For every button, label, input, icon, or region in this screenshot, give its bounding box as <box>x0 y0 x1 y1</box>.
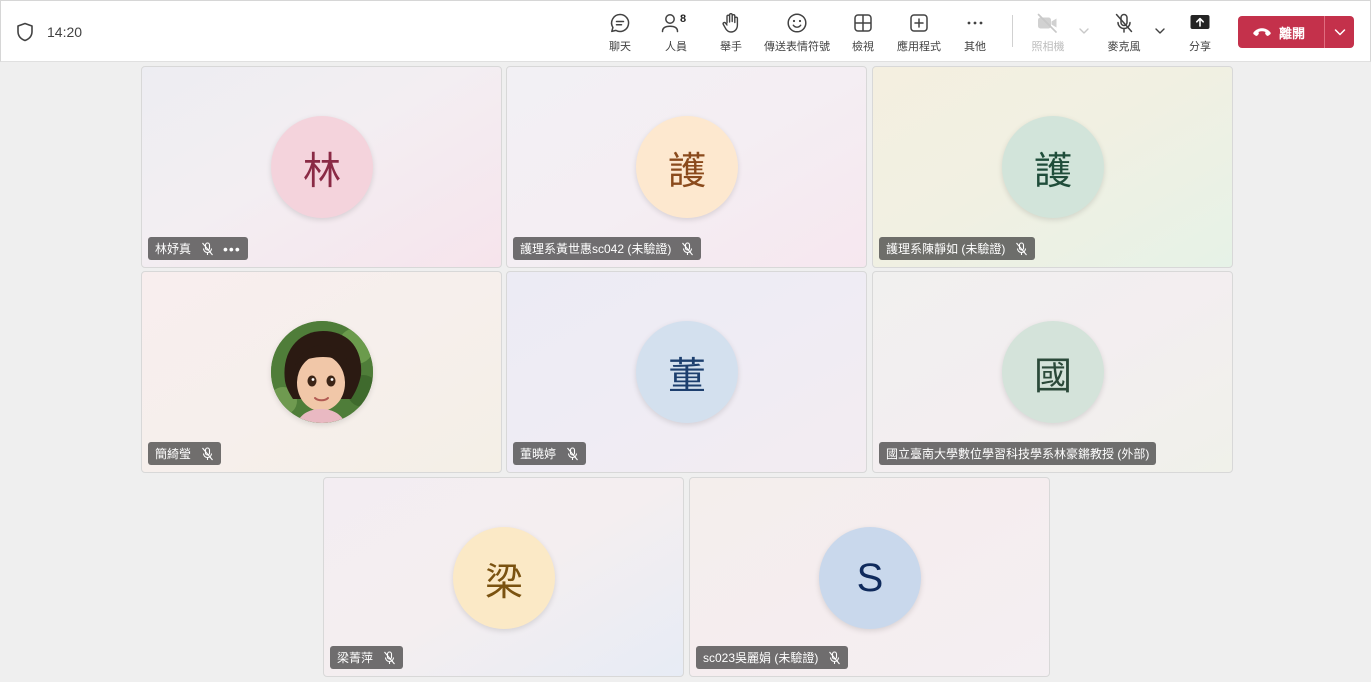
participant-name: sc023吳麗娟 (未驗證) <box>703 651 819 665</box>
meeting-toolbar: 14:20 聊天 8 人員 舉手 傳送表情符號 檢視 應用程式 其他 照相機 麥… <box>0 0 1371 62</box>
raise-hand-label: 舉手 <box>720 41 742 53</box>
people-count: 8 <box>680 13 687 25</box>
mic-button[interactable]: 麥克風 <box>1107 11 1141 57</box>
participant-nametag: 梁菁萍 <box>330 646 404 669</box>
leave-label: 離開 <box>1279 25 1306 41</box>
raise-hand-button[interactable]: 舉手 <box>718 11 744 57</box>
participant-nametag: 護理系黃世惠sc042 (未驗證) <box>513 237 702 260</box>
participant-avatar: 梁 <box>453 527 555 629</box>
participant-more-icon[interactable]: ••• <box>223 242 241 256</box>
participant-tile[interactable]: 林 林妤真 ••• <box>141 66 502 268</box>
mic-label: 麥克風 <box>1107 41 1141 53</box>
muted-mic-icon <box>567 446 578 460</box>
camera-off-icon <box>1037 13 1057 33</box>
avatar-initial: 護 <box>1033 148 1072 193</box>
participant-name: 護理系黃世惠sc042 (未驗證) <box>520 242 672 256</box>
reactions-label: 傳送表情符號 <box>764 41 830 53</box>
more-button[interactable]: 其他 <box>963 11 987 57</box>
participant-nametag: 國立臺南大學數位學習科技學系林豪鏘教授 (外部) <box>879 442 1157 465</box>
participant-nametag: 護理系陳靜如 (未驗證) <box>879 237 1036 260</box>
more-icon <box>967 21 983 25</box>
participant-name: 林妤真 <box>155 242 192 256</box>
toolbar-divider <box>1012 15 1013 47</box>
participant-avatar: 國 <box>1002 321 1104 423</box>
people-button[interactable]: 8 人員 <box>660 11 692 57</box>
participant-nametag: 林妤真 ••• <box>148 237 248 260</box>
participant-name: 國立臺南大學數位學習科技學系林豪鏘教授 (外部) <box>886 447 1150 461</box>
add-app-icon <box>910 14 928 32</box>
participant-tile[interactable]: 簡綺瑩 <box>141 271 502 473</box>
participant-tile[interactable]: S sc023吳麗娟 (未驗證) <box>689 477 1050 677</box>
muted-mic-icon <box>829 650 841 664</box>
avatar-initial: 董 <box>667 353 706 398</box>
mic-off-icon <box>1115 13 1133 33</box>
apps-label: 應用程式 <box>897 41 941 53</box>
camera-button[interactable]: 照相機 <box>1031 11 1065 57</box>
share-tray-icon <box>1190 15 1210 29</box>
avatar-initial: 林 <box>302 148 341 193</box>
participant-name: 梁菁萍 <box>337 651 374 665</box>
participant-tile[interactable]: 梁 梁菁萍 <box>323 477 684 677</box>
hand-icon <box>722 13 739 33</box>
people-label: 人員 <box>665 41 687 53</box>
avatar-initial: 國 <box>1033 353 1072 398</box>
leave-button-group: 離開 <box>1238 16 1354 48</box>
smiley-icon <box>787 13 807 33</box>
chat-button[interactable]: 聊天 <box>605 11 635 57</box>
avatar-initial: 梁 <box>484 559 523 604</box>
reactions-button[interactable]: 傳送表情符號 <box>764 11 830 57</box>
participant-name: 簡綺瑩 <box>155 447 192 461</box>
participant-name: 護理系陳靜如 (未驗證) <box>886 242 1006 256</box>
meeting-timer: 14:20 <box>47 24 83 40</box>
participant-avatar: 林 <box>271 116 373 218</box>
participant-avatar: 護 <box>1002 116 1104 218</box>
chevron-down-icon <box>1334 29 1345 36</box>
leave-options-button[interactable] <box>1325 16 1354 48</box>
avatar-initial: 護 <box>667 148 706 193</box>
muted-mic-icon <box>202 446 213 460</box>
share-button[interactable]: 分享 <box>1187 11 1213 57</box>
muted-mic-icon <box>384 650 395 664</box>
participant-tile[interactable]: 護 護理系陳靜如 (未驗證) <box>872 66 1233 268</box>
apps-button[interactable]: 應用程式 <box>897 11 941 57</box>
view-button[interactable]: 檢視 <box>851 11 875 57</box>
camera-options-chevron-icon[interactable] <box>1078 25 1090 37</box>
participant-name: 董曉婷 <box>520 447 557 461</box>
mic-options-chevron-icon[interactable] <box>1154 25 1166 37</box>
chat-label: 聊天 <box>609 41 631 53</box>
more-label: 其他 <box>964 41 986 53</box>
participant-nametag: 簡綺瑩 <box>148 442 222 465</box>
shield-icon <box>17 22 33 42</box>
share-label: 分享 <box>1189 41 1211 53</box>
avatar-initial: S <box>856 555 884 600</box>
muted-mic-icon <box>682 241 694 255</box>
muted-mic-icon <box>1016 241 1028 255</box>
hang-up-icon <box>1253 28 1271 36</box>
leave-button[interactable]: 離開 <box>1238 16 1324 48</box>
camera-label: 照相機 <box>1031 41 1065 53</box>
muted-mic-icon <box>202 241 213 255</box>
chat-icon <box>610 13 630 33</box>
participant-avatar: 董 <box>636 321 738 423</box>
participant-nametag: sc023吳麗娟 (未驗證) <box>696 646 849 669</box>
grid-view-icon <box>854 14 872 32</box>
view-label: 檢視 <box>852 41 874 53</box>
participant-avatar: 護 <box>636 116 738 218</box>
participant-avatar: S <box>819 527 921 629</box>
profile-photo <box>271 321 373 423</box>
participant-tile[interactable]: 國 國立臺南大學數位學習科技學系林豪鏘教授 (外部) <box>872 271 1233 473</box>
participant-nametag: 董曉婷 <box>513 442 587 465</box>
participant-tile[interactable]: 護 護理系黃世惠sc042 (未驗證) <box>506 66 867 268</box>
participant-tile[interactable]: 董 董曉婷 <box>506 271 867 473</box>
participant-avatar-photo <box>271 321 373 423</box>
people-icon <box>661 14 679 33</box>
